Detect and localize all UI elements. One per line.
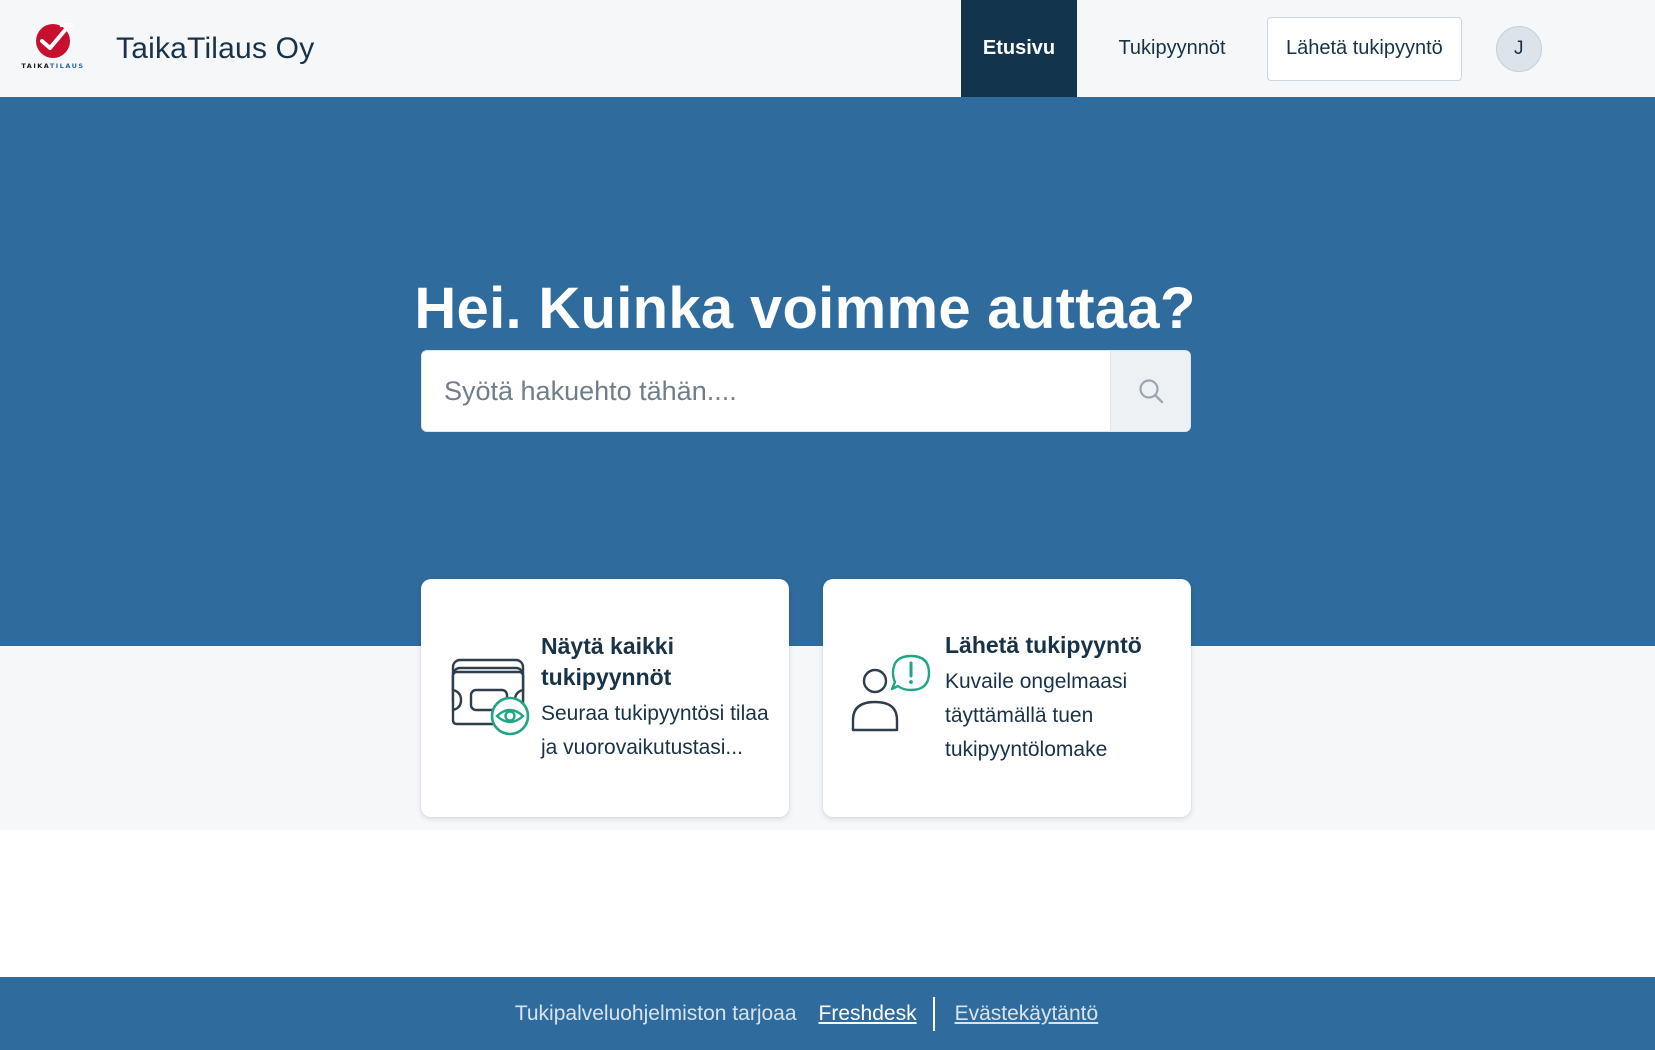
footer-divider [932,996,935,1031]
page-footer: Tukipalveluohjelmiston tarjoaa Freshdesk… [0,977,1655,1050]
submit-ticket-button[interactable]: Lähetä tukipyyntö [1267,16,1462,81]
card-description: Seuraa tukipyyntösi tilaa ja vuorovaikut… [541,702,769,759]
submit-ticket-card[interactable]: Lähetä tukipyyntö Kuvaile ongelmaasi täy… [823,579,1191,817]
card-title: Lähetä tukipyyntö [945,631,1142,658]
user-avatar[interactable]: J [1495,25,1542,72]
brand-name[interactable]: TaikaTilaus Oy [116,32,314,66]
card-title: Näytä kaikki tukipyynnöt [541,633,674,690]
view-all-tickets-card[interactable]: Näytä kaikki tukipyynnöt Seuraa tukipyyn… [421,579,789,817]
person-alert-icon [851,654,933,743]
cookie-policy-link[interactable]: Evästekäytäntö [955,1002,1099,1026]
main-nav: Etusivu Tukipyynnöt Lähetä tukipyyntö J [961,0,1542,97]
logo-wordmark: TAIKATILAUS [21,61,85,70]
nav-tickets-link[interactable]: Tukipyynnöt [1077,0,1267,97]
card-description: Kuvaile ongelmaasi täyttämällä tuen tuki… [945,669,1128,761]
freshdesk-link[interactable]: Freshdesk [819,1002,917,1026]
hero-section: Hei. Kuinka voimme auttaa? [0,97,1655,646]
company-logo[interactable]: TAIKATILAUS [18,21,88,77]
search-icon [1138,379,1163,404]
tickets-view-icon [449,654,531,743]
hero-title: Hei. Kuinka voimme auttaa? [414,276,1196,341]
brand[interactable]: TAIKATILAUS TaikaTilaus Oy [18,21,314,77]
search-bar [421,350,1191,432]
top-header: TAIKATILAUS TaikaTilaus Oy Etusivu Tukip… [0,0,1655,97]
search-button[interactable] [1110,351,1190,431]
nav-home-link[interactable]: Etusivu [961,0,1077,97]
search-input[interactable] [422,351,1110,431]
powered-by-text: Tukipalveluohjelmiston tarjoaa [514,1001,797,1025]
logo-emblem-icon [36,22,74,58]
